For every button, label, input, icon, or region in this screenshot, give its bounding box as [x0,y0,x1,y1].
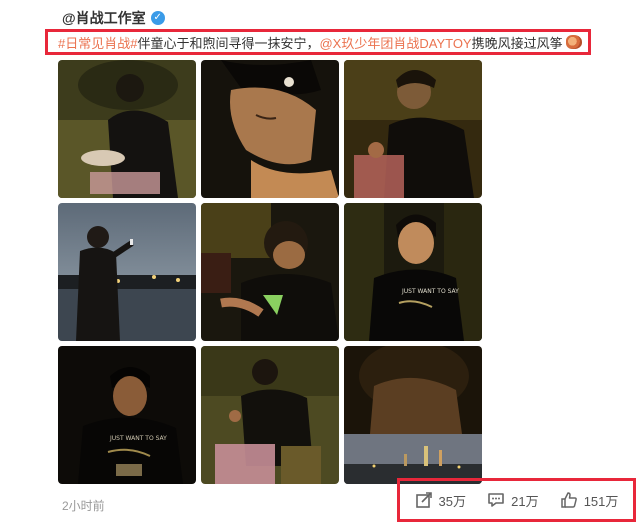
post-header: @肖战工作室 ✓ [62,8,165,28]
svg-text:JUST WANT TO SAY: JUST WANT TO SAY [401,288,459,295]
photo-5[interactable] [201,203,339,341]
svg-text:JUST WANT TO SAY: JUST WANT TO SAY [109,435,167,442]
photo-grid: JUST WANT TO SAY JUST WANT TO SAY [58,60,482,484]
share-count: 35万 [438,493,467,509]
post-actions: 35万 21万 151万 [397,478,636,522]
share-icon [415,492,432,508]
like-button[interactable]: 151万 [560,491,619,510]
hashtag-link[interactable]: #日常见肖战# [58,33,137,52]
post-text-body-2: 携晚风接过风筝 [471,35,563,51]
post-text-body-1: 伴童心于和煦间寻得一抹安宁， [137,35,320,51]
photo-9[interactable] [344,346,482,484]
share-button[interactable]: 35万 [415,491,466,510]
mention-link[interactable]: @X玖少年团肖战DAYTOY [319,33,471,52]
username[interactable]: @肖战工作室 [62,8,146,28]
photo-8[interactable] [201,346,339,484]
photo-2[interactable] [201,60,339,198]
comment-button[interactable]: 21万 [487,491,539,510]
like-count: 151万 [583,493,619,509]
verified-badge-icon: ✓ [150,11,165,25]
photo-3[interactable] [344,60,482,198]
photo-1[interactable] [58,60,196,198]
thumbs-up-icon [560,492,577,508]
emoji-sticker-icon [565,35,582,49]
comment-icon [488,493,504,507]
post-text: #日常见肖战# 伴童心于和煦间寻得一抹安宁， @X玖少年团肖战DAYTOY 携晚… [45,29,591,55]
post-timestamp: 2小时前 [62,499,105,513]
photo-6[interactable]: JUST WANT TO SAY [344,203,482,341]
photo-7[interactable]: JUST WANT TO SAY [58,346,196,484]
comment-count: 21万 [511,493,539,509]
photo-4[interactable] [58,203,196,341]
